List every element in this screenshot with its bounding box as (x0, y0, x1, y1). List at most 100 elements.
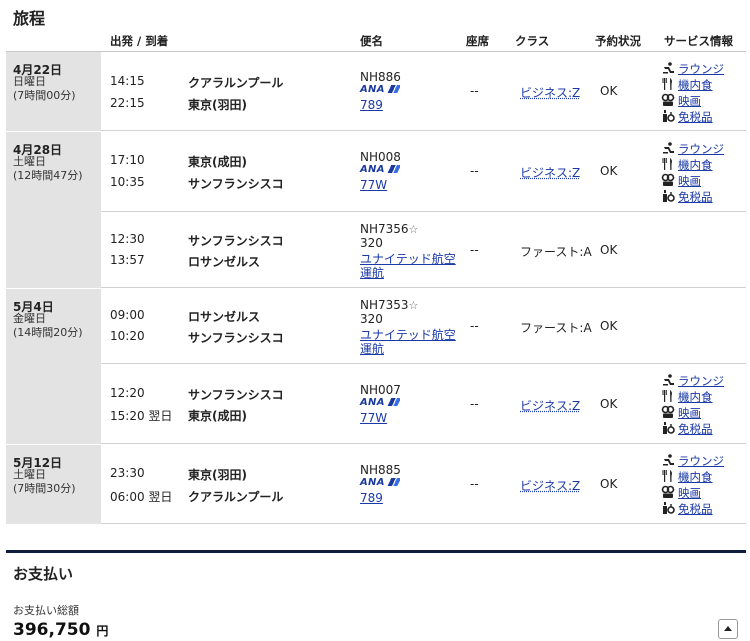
meal-link[interactable]: 機内食 (678, 77, 713, 93)
lounge-icon (663, 454, 674, 466)
lounge-icon (663, 142, 674, 154)
departure-city: 東京(成田) (188, 155, 247, 169)
meal-icon (662, 78, 672, 90)
dutyfree-icon (663, 110, 675, 122)
header-class: クラス (515, 34, 550, 48)
meal-link[interactable]: 機内食 (678, 157, 713, 173)
departure-city: ロサンゼルス (188, 310, 261, 324)
movie-link[interactable]: 映画 (678, 93, 701, 109)
aircraft-type: 320 (360, 236, 383, 250)
duration-label: (7時間30分) (13, 482, 76, 495)
dutyfree-link[interactable]: 免税品 (678, 189, 713, 205)
movie-icon (661, 485, 675, 498)
booking-status: OK (600, 477, 618, 491)
arrival-city: クアラルンプール (188, 490, 284, 504)
flight-number: NH885 (360, 463, 401, 477)
operator-link-line2[interactable]: 運航 (360, 340, 384, 357)
arrival-time: 13:57 (110, 253, 145, 267)
ana-logo: ANA (360, 164, 400, 175)
ana-logo: ANA (360, 477, 400, 488)
meal-icon (662, 390, 672, 402)
booking-status: OK (600, 319, 618, 333)
departure-city: クアラルンプール (188, 76, 284, 90)
dutyfree-link[interactable]: 免税品 (678, 421, 713, 437)
payment-amount-value: 396,750 (13, 620, 91, 640)
duration-label: (7時間00分) (13, 89, 76, 102)
movie-link[interactable]: 映画 (678, 173, 701, 189)
duration-label: (14時間20分) (13, 326, 83, 339)
movie-link[interactable]: 映画 (678, 485, 701, 501)
arrival-time: 10:20 (110, 329, 145, 343)
cabin-class: ファースト:A (520, 321, 592, 335)
lounge-link[interactable]: ラウンジ (678, 453, 724, 469)
seat-value: -- (470, 164, 479, 178)
aircraft-link[interactable]: 789 (360, 491, 383, 505)
flight-number: NH7356☆ (360, 222, 419, 236)
movie-icon (661, 93, 675, 106)
booking-status: OK (600, 164, 618, 178)
duration-label: (12時間47分) (13, 169, 83, 182)
lounge-link[interactable]: ラウンジ (678, 373, 724, 389)
arrival-city: 東京(羽田) (188, 98, 247, 112)
dutyfree-link[interactable]: 免税品 (678, 501, 713, 517)
meal-link[interactable]: 機内食 (678, 469, 713, 485)
flight-segment-row: 23:30 東京(羽田) 06:00 翌日 クアラルンプール NH885 ANA… (101, 444, 746, 524)
date-block: 4月22日 日曜日 (7時間00分) (6, 52, 101, 131)
cabin-class: ファースト:A (520, 245, 592, 259)
movie-icon (661, 405, 675, 418)
booking-status: OK (600, 243, 618, 257)
cabin-class-link[interactable]: ビジネス:Z (520, 84, 580, 101)
operator-link-line2[interactable]: 運航 (360, 264, 384, 281)
weekday-label: 土曜日 (13, 155, 46, 168)
departure-city: 東京(羽田) (188, 468, 247, 482)
departure-time: 12:20 (110, 386, 145, 400)
meal-icon (662, 470, 672, 482)
arrival-city: ロサンゼルス (188, 255, 261, 269)
seat-value: -- (470, 477, 479, 491)
meal-link[interactable]: 機内食 (678, 389, 713, 405)
payment-total-label: お支払い総額 (13, 604, 79, 617)
departure-time: 12:30 (110, 232, 145, 246)
cabin-class-link[interactable]: ビジネス:Z (520, 164, 580, 181)
date-block: 4月28日 土曜日 (12時間47分) (6, 131, 101, 288)
seat-value: -- (470, 397, 479, 411)
lounge-link[interactable]: ラウンジ (678, 61, 724, 77)
seat-value: -- (470, 84, 479, 98)
lounge-link[interactable]: ラウンジ (678, 141, 724, 157)
lounge-icon (663, 374, 674, 386)
weekday-label: 土曜日 (13, 468, 46, 481)
arrival-time: 15:20 翌日 (110, 409, 173, 423)
arrival-city: サンフランシスコ (188, 331, 284, 345)
cabin-class-link[interactable]: ビジネス:Z (520, 397, 580, 414)
aircraft-link[interactable]: 77W (360, 411, 387, 425)
arrival-time: 06:00 翌日 (110, 490, 173, 504)
arrival-time: 22:15 (110, 96, 145, 110)
payment-divider (6, 550, 746, 553)
header-seat: 座席 (466, 34, 489, 48)
itinerary-table: 4月22日 日曜日 (7時間00分) 4月28日 土曜日 (12時間47分) 5… (6, 51, 746, 524)
departure-city: サンフランシスコ (188, 234, 284, 248)
header-route: 出発 / 到着 (110, 34, 169, 48)
date-column: 4月22日 日曜日 (7時間00分) 4月28日 土曜日 (12時間47分) 5… (6, 52, 101, 524)
dutyfree-link[interactable]: 免税品 (678, 109, 713, 125)
date-block: 5月12日 土曜日 (7時間30分) (6, 444, 101, 525)
payment-title: お支払い (13, 565, 74, 583)
codeshare-star-icon: ☆ (408, 223, 419, 236)
aircraft-link[interactable]: 77W (360, 178, 387, 192)
departure-time: 14:15 (110, 74, 145, 88)
dutyfree-icon (663, 422, 675, 434)
departure-time: 17:10 (110, 153, 145, 167)
movie-icon (661, 173, 675, 186)
movie-link[interactable]: 映画 (678, 405, 701, 421)
flight-segment-row: 12:30 サンフランシスコ 13:57 ロサンゼルス NH7356☆ 320 … (101, 212, 746, 288)
cabin-class-link[interactable]: ビジネス:Z (520, 477, 580, 494)
flight-number: NH886 (360, 70, 401, 84)
payment-total-amount: 396,750 円 (13, 620, 108, 640)
payment-currency-unit: 円 (96, 624, 109, 638)
flight-segment-row: 09:00 ロサンゼルス 10:20 サンフランシスコ NH7353☆ 320 … (101, 288, 746, 364)
dutyfree-icon (663, 502, 675, 514)
weekday-label: 日曜日 (13, 75, 46, 88)
expand-toggle-button[interactable] (718, 619, 738, 639)
meal-icon (662, 158, 672, 170)
aircraft-link[interactable]: 789 (360, 98, 383, 112)
